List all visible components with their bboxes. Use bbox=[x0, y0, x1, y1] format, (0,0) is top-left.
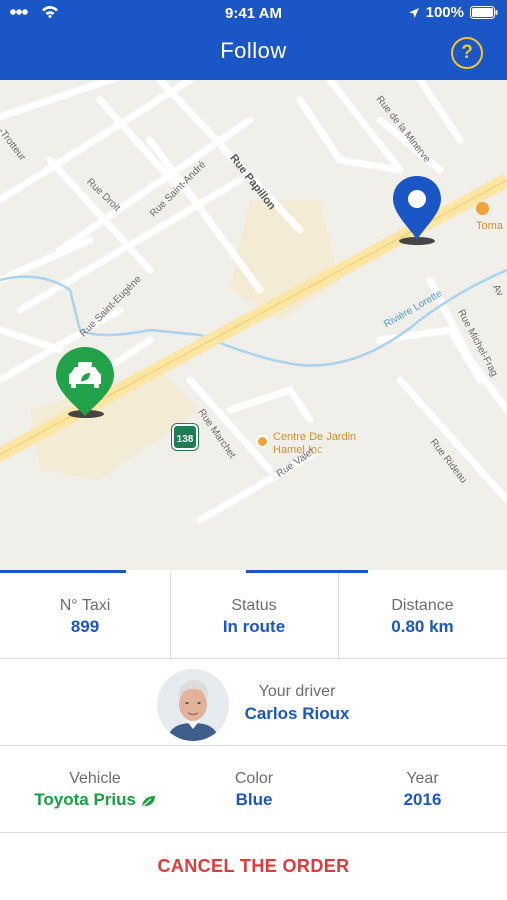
trip-info-row: N° Taxi 899 Status In route Distance 0.8… bbox=[0, 573, 507, 659]
garden-centre-poi-icon[interactable] bbox=[256, 435, 269, 448]
status-value: In route bbox=[222, 617, 286, 636]
battery-icon bbox=[470, 6, 498, 19]
vehicle-value-wrap: Toyota Prius bbox=[0, 790, 190, 810]
app-header: 9:41 AM 100% Follow ? bbox=[0, 0, 507, 80]
vehicle-label: Vehicle bbox=[69, 770, 121, 787]
destination-pin-icon[interactable] bbox=[391, 174, 443, 242]
status-right: 100% bbox=[408, 4, 498, 21]
vehicle-row: Vehicle Toyota Prius Color Blue Year 201… bbox=[0, 746, 507, 833]
location-arrow-icon bbox=[408, 7, 419, 18]
distance-cell: Distance 0.80 km bbox=[338, 573, 507, 658]
distance-label: Distance bbox=[391, 597, 454, 614]
map-roads bbox=[0, 80, 507, 524]
cancel-order-button[interactable]: CANCEL THE ORDER bbox=[0, 832, 507, 900]
taxi-number-cell: N° Taxi 899 bbox=[0, 573, 170, 658]
taxi-number-label: N° Taxi bbox=[59, 597, 111, 614]
color-label: Color bbox=[234, 770, 274, 787]
status-bar: 9:41 AM 100% bbox=[0, 0, 507, 28]
taxi-number-value: 899 bbox=[70, 617, 100, 636]
driver-name: Carlos Rioux bbox=[244, 704, 350, 723]
year-value: 2016 bbox=[403, 790, 442, 809]
page-title: Follow bbox=[220, 38, 287, 63]
distance-value: 0.80 km bbox=[391, 617, 454, 636]
driver-photo bbox=[157, 669, 229, 741]
help-button[interactable]: ? bbox=[451, 37, 483, 69]
map-label-centre-jardin[interactable]: Centre De Jardin Hamel Inc bbox=[273, 431, 356, 457]
driver-avatar bbox=[157, 669, 229, 741]
map-label-toma[interactable]: Toma bbox=[476, 220, 503, 233]
map-view[interactable]: -Trotteur Rue de la Minerve Rue Droit Ru… bbox=[0, 80, 507, 570]
eco-leaf-icon bbox=[141, 795, 155, 806]
year-label: Year bbox=[406, 770, 439, 787]
battery-percent: 100% bbox=[425, 4, 464, 21]
poi-toma-icon[interactable] bbox=[476, 202, 489, 215]
vehicle-cell: Vehicle Toyota Prius bbox=[0, 746, 190, 832]
color-value: Blue bbox=[235, 790, 273, 809]
status-cell: Status In route bbox=[170, 573, 338, 658]
route-138-shield: 138 bbox=[172, 424, 198, 450]
driver-row: Your driver Carlos Rioux bbox=[0, 659, 507, 746]
status-label: Status bbox=[231, 597, 277, 614]
taxi-pin-icon[interactable] bbox=[54, 346, 116, 418]
vehicle-value: Toyota Prius bbox=[34, 790, 136, 809]
driver-label: Your driver bbox=[258, 683, 336, 700]
year-cell: Year 2016 bbox=[338, 746, 507, 832]
color-cell: Color Blue bbox=[168, 746, 340, 832]
